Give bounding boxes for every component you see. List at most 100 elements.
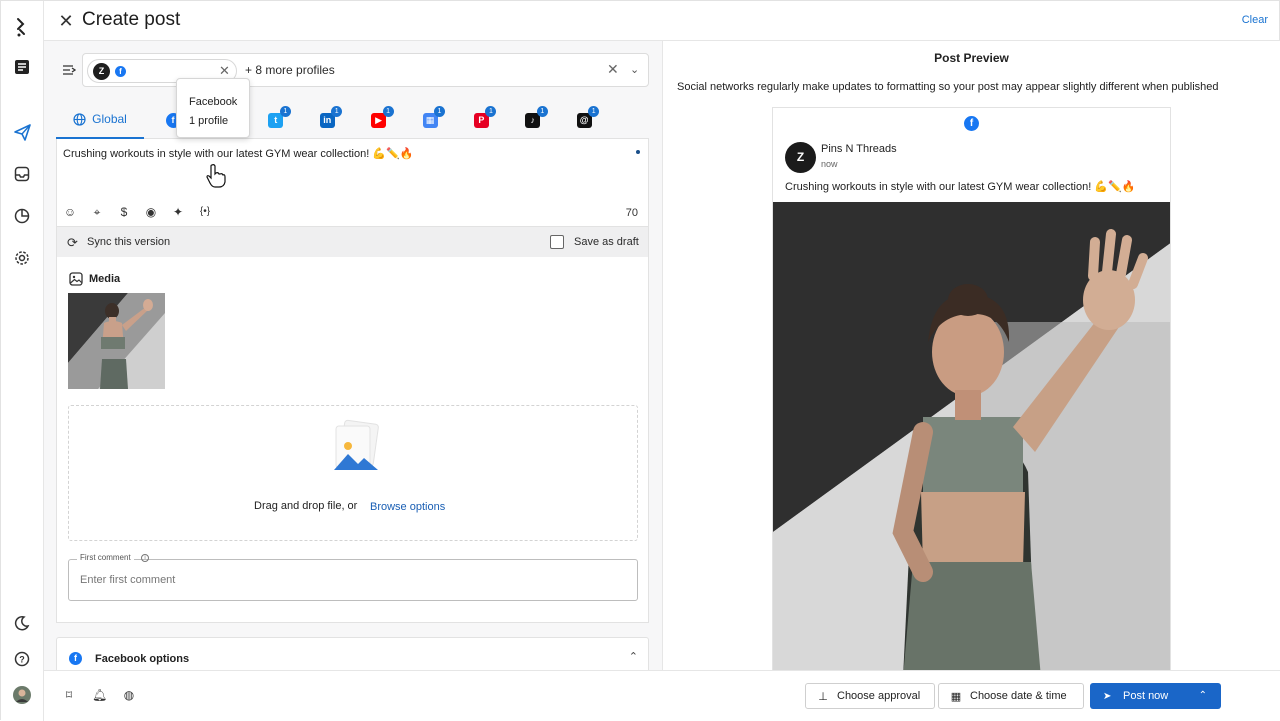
facebook-icon: f [115,66,126,77]
facebook-options-panel[interactable]: f Facebook options ⌃ [56,637,649,670]
variable-icon[interactable]: {•} [198,205,212,219]
tooltip-network: Facebook [189,96,238,108]
media-thumbnail[interactable] [68,293,165,389]
sync-version-label[interactable]: Sync this version [87,236,170,248]
preview-post-text: Crushing workouts in style with our late… [785,181,1136,193]
facebook-icon: f [69,652,82,665]
publish-icon[interactable] [8,118,36,146]
facebook-icon: f [964,116,979,131]
post-editor[interactable]: Crushing workouts in style with our late… [56,139,649,227]
upload-image-illustration [334,419,379,470]
chevron-down-icon[interactable]: ⌄ [630,63,639,76]
tab-global-label: Global [92,112,127,126]
facebook-preview-card: f Z Pins N Threads now Crushing workouts… [772,107,1171,670]
count-badge: 1 [536,106,548,117]
page-title: Create post [82,9,181,30]
info-icon[interactable]: i [141,554,149,562]
choose-date-time-label: Choose date & time [970,690,1067,702]
stamp-icon: ⊥ [818,690,828,703]
tab-global[interactable]: Global [56,101,144,139]
page-name: Pins N Threads [821,143,897,155]
preview-photo [773,202,1170,670]
app-logo-icon[interactable] [8,13,36,41]
media-dropzone[interactable]: Drag and drop file, or Browse options [68,405,638,541]
first-comment-input[interactable] [68,559,638,601]
emoji-icon[interactable]: ☺ [63,205,77,219]
remove-profile-icon[interactable]: ✕ [219,63,230,79]
svg-text:?: ? [19,655,25,665]
inbox-icon[interactable] [8,160,36,188]
sync-row: ⟳ Sync this version Save as draft [56,227,649,257]
analytics-icon[interactable] [8,202,36,230]
post-preview: Post Preview Social networks regularly m… [663,41,1280,670]
app-window: ? ✕ Create post Clear Z f ✕ + 8 more pro… [0,0,1280,721]
mention-icon[interactable]: ◉ [144,205,158,219]
compose-icon[interactable] [8,53,36,81]
profile-selector-row: Z f ✕ + 8 more profiles ✕ ⌄ [56,53,649,87]
count-badge: 1 [382,106,394,117]
globe-icon [73,112,86,126]
location-icon[interactable]: ⌖ [90,205,104,219]
choose-date-time-button[interactable]: ▦ Choose date & time [938,683,1084,709]
browse-options-link[interactable]: Browse options [370,501,445,513]
chevron-up-icon[interactable]: ⌃ [629,650,638,663]
footer-bar: ⌑ 🔔︎ ◍ ⊥ Choose approval ▦ Choose date &… [44,670,1280,720]
choose-approval-button[interactable]: ⊥ Choose approval [805,683,935,709]
hand-cursor-icon [206,164,226,188]
drop-instructions: Drag and drop file, or [254,500,358,512]
post-composer: Z f ✕ + 8 more profiles ✕ ⌄ Global f1◎1t… [44,41,663,670]
settings-gear-icon[interactable] [8,244,36,272]
count-badge: 1 [588,106,600,117]
image-icon [69,272,83,286]
tag-icon[interactable]: ⌑ [62,688,76,702]
page-avatar: Z [785,142,816,173]
tab-pinterest[interactable]: P1 [466,101,497,139]
post-text[interactable]: Crushing workouts in style with our late… [63,147,413,160]
handshake-icon[interactable]: ✦ [171,205,185,219]
dollar-icon[interactable]: $ [117,205,131,219]
profile-avatar: Z [93,63,110,80]
close-icon[interactable]: ✕ [56,11,76,31]
more-profiles-label[interactable]: + 8 more profiles [245,63,335,77]
help-icon[interactable]: ? [8,645,36,673]
post-now-button[interactable]: ➤ Post now ⌃ [1090,683,1221,709]
left-rail: ? [1,1,44,721]
dark-mode-moon-icon[interactable] [8,609,36,637]
tooltip-count: 1 profile [189,115,229,127]
count-badge: 1 [279,106,291,117]
network-tabs: Global f1◎1t1in1▶1▦1P1♪1@1 [56,101,649,139]
choose-approval-label: Choose approval [837,690,921,702]
tab-google-business[interactable]: ▦ 1 [415,101,445,139]
clear-profiles-icon[interactable]: ✕ [607,61,619,78]
character-count: 70 [625,207,638,219]
send-icon: ➤ [1103,690,1112,702]
bell-icon[interactable]: 🔔︎ [92,688,107,702]
clear-button[interactable]: Clear [1242,14,1268,26]
media-label: Media [89,273,121,285]
first-comment-label: First comment [77,553,134,562]
count-badge: 1 [434,106,445,117]
count-badge: 1 [485,106,497,117]
preview-title: Post Preview [934,51,1009,65]
save-draft-checkbox[interactable] [550,235,564,249]
globe-icon[interactable]: ◍ [122,688,136,702]
tab-threads[interactable]: @1 [569,101,600,139]
save-draft-label[interactable]: Save as draft [574,236,639,248]
collapse-menu-icon[interactable] [62,63,76,77]
tab-linkedin[interactable]: in 1 [312,101,343,139]
tab-twitter[interactable]: t1 [261,101,291,139]
user-avatar[interactable] [8,681,36,709]
profile-selector[interactable]: Z f ✕ + 8 more profiles ✕ ⌄ [82,53,649,87]
tab-tiktok[interactable]: ♪ 1 [518,101,548,139]
post-now-label: Post now [1123,690,1169,702]
status-dot [636,150,640,154]
post-time: now [821,159,838,169]
calendar-icon: ▦ [950,690,962,703]
preview-note: Social networks regularly make updates t… [677,81,1219,93]
page-header: ✕ Create post Clear [44,1,1280,41]
sync-icon[interactable]: ⟳ [67,235,78,251]
network-tooltip: Facebook 1 profile [176,78,250,138]
chevron-up-icon[interactable]: ⌃ [1199,690,1207,701]
tab-youtube[interactable]: ▶ 1 [364,101,394,139]
facebook-options-label: Facebook options [95,653,190,665]
